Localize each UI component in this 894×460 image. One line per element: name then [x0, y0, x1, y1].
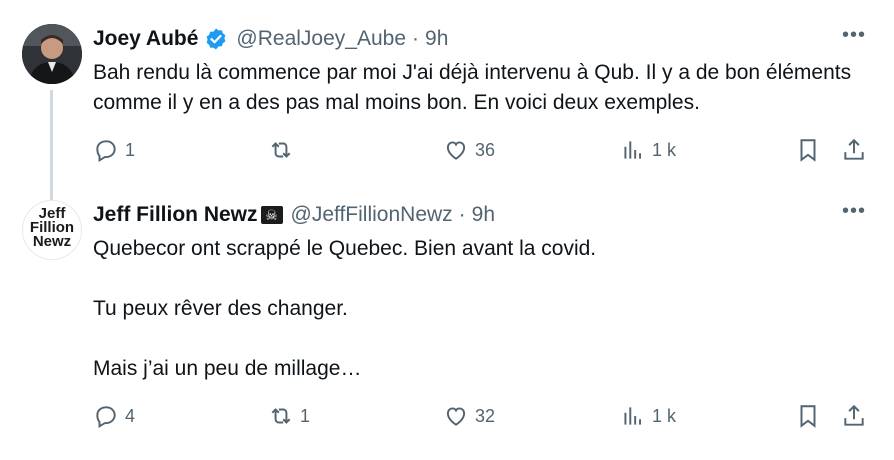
- tweet-actions: 1 36 1 k: [93, 134, 873, 166]
- separator-dot: ·: [458, 203, 466, 226]
- heart-icon: [446, 141, 466, 160]
- author-name[interactable]: Joey Aubé: [93, 27, 198, 51]
- tweet-timestamp[interactable]: 9h: [472, 203, 495, 227]
- more-options-icon[interactable]: •••: [842, 24, 866, 47]
- separator-dot: ·: [412, 27, 420, 50]
- tweet-paragraph: Bah rendu là commence par moi J'ai déjà …: [93, 61, 852, 114]
- views-icon: [624, 407, 642, 425]
- share-icon: [844, 138, 864, 160]
- reply-button[interactable]: 4: [93, 400, 135, 432]
- views-icon: [624, 141, 642, 159]
- tweet-paragraph: Quebecor ont scrappé le Quebec. Bien ava…: [93, 237, 597, 260]
- avatar-joey-aube[interactable]: [22, 24, 82, 84]
- view-count: 1 k: [652, 139, 677, 160]
- verified-badge-icon: [204, 27, 228, 51]
- reply-count: 4: [125, 405, 136, 426]
- share-icon: [844, 404, 864, 426]
- reply-button[interactable]: 1: [93, 134, 135, 166]
- retweet-count: 1: [300, 405, 311, 426]
- tweet-text: Bah rendu là commence par moi J'ai déjà …: [93, 58, 873, 118]
- retweet-icon: [271, 408, 291, 424]
- author-handle[interactable]: @RealJoey_Aube: [236, 27, 406, 51]
- author-handle[interactable]: @JeffFillionNewz: [291, 203, 453, 227]
- tweet-timestamp[interactable]: 9h: [425, 27, 448, 51]
- share-button[interactable]: [841, 134, 867, 166]
- more-options-icon[interactable]: •••: [842, 200, 866, 223]
- tweet-text: Quebecor ont scrappé le Quebec. Bien ava…: [93, 234, 873, 384]
- reply-icon: [96, 140, 116, 163]
- like-count: 36: [475, 139, 496, 160]
- tweet-actions: 4 1 32 1 k: [93, 400, 873, 432]
- tweet-jeff-fillion[interactable]: Jeff Fillion Newz Jeff Fillion Newz ☠ @J…: [0, 188, 894, 444]
- bookmark-button[interactable]: [795, 400, 821, 432]
- retweet-button[interactable]: 1: [268, 400, 310, 432]
- author-name[interactable]: Jeff Fillion Newz: [93, 203, 258, 227]
- like-count: 32: [475, 405, 496, 426]
- avatar-jeff-fillion[interactable]: Jeff Fillion Newz: [22, 200, 82, 260]
- retweet-button[interactable]: [268, 134, 300, 166]
- bookmark-button[interactable]: [795, 134, 821, 166]
- thread-line: [50, 90, 53, 200]
- bookmark-icon: [800, 139, 816, 162]
- view-count: 1 k: [652, 405, 677, 426]
- like-button[interactable]: 32: [443, 400, 495, 432]
- views-button[interactable]: 1 k: [620, 400, 676, 432]
- like-button[interactable]: 36: [443, 134, 495, 166]
- share-button[interactable]: [841, 400, 867, 432]
- tweet-paragraph: Mais j’ai un peu de millage…: [93, 357, 362, 380]
- heart-icon: [446, 407, 466, 426]
- skull-crossbones-icon: ☠: [260, 206, 283, 224]
- reply-count: 1: [125, 139, 136, 160]
- retweet-icon: [271, 142, 291, 158]
- views-button[interactable]: 1 k: [620, 134, 676, 166]
- reply-icon: [96, 406, 116, 429]
- avatar-text-line: Newz: [32, 233, 72, 250]
- tweet-header: Joey Aubé @RealJoey_Aube · 9h: [93, 24, 448, 54]
- tweet-joey-aube[interactable]: Joey Aubé @RealJoey_Aube · 9h ••• Bah re…: [0, 0, 894, 200]
- tweet-header: Jeff Fillion Newz ☠ @JeffFillionNewz · 9…: [93, 200, 495, 230]
- tweet-paragraph: Tu peux rêver des changer.: [93, 297, 348, 320]
- bookmark-icon: [800, 405, 816, 428]
